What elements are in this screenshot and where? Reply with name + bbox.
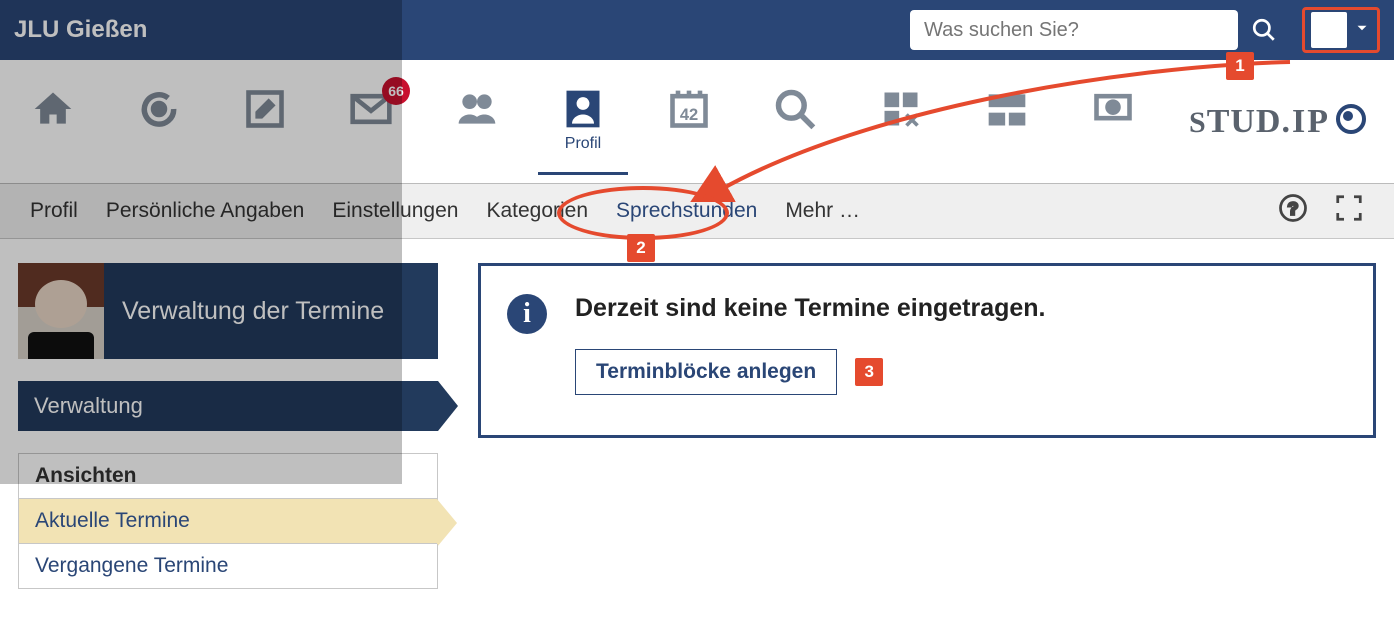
search-area xyxy=(910,10,1284,50)
sidebar-header: Verwaltung der Termine xyxy=(18,263,438,359)
sidebar-group-verwaltung: Verwaltung xyxy=(18,381,438,431)
annotation-badge-2: 2 xyxy=(627,234,655,262)
sidebar-group-header-verwaltung: Verwaltung xyxy=(18,381,438,431)
subnav-mehr[interactable]: Mehr … xyxy=(785,199,860,223)
search-input[interactable] xyxy=(910,10,1238,50)
info-box: i Derzeit sind keine Termine eingetragen… xyxy=(478,263,1376,438)
search-button[interactable] xyxy=(1244,10,1284,50)
nav-edit[interactable] xyxy=(240,87,290,157)
subnav-kategorien[interactable]: Kategorien xyxy=(486,199,588,223)
sidebar-item-vergangene-termine[interactable]: Vergangene Termine xyxy=(18,544,438,589)
content: i Derzeit sind keine Termine eingetragen… xyxy=(478,263,1376,438)
sidebar-group-ansichten: Ansichten Aktuelle Termine Vergangene Te… xyxy=(18,453,438,589)
studip-logo: STUD.IP xyxy=(1189,102,1366,141)
svg-text:42: 42 xyxy=(680,106,698,124)
info-title: Derzeit sind keine Termine eingetragen. xyxy=(575,294,1347,323)
topbar: JLU Gießen xyxy=(0,0,1394,60)
nav-calendar[interactable]: 42 xyxy=(664,87,714,157)
info-icon: i xyxy=(507,294,547,334)
nav-tools[interactable] xyxy=(876,87,926,157)
subnav-sprechstunden[interactable]: Sprechstunden xyxy=(616,199,757,223)
avatar xyxy=(1311,12,1347,48)
subnav-einstellungen[interactable]: Einstellungen xyxy=(332,199,458,223)
sidebar: Verwaltung der Termine Verwaltung Ansich… xyxy=(18,263,438,589)
mail-badge: 66 xyxy=(382,77,410,105)
nav-swirl[interactable] xyxy=(134,87,184,157)
nav-search[interactable] xyxy=(770,87,820,157)
logo-ring-icon xyxy=(1336,104,1366,134)
svg-text:?: ? xyxy=(1288,198,1299,218)
nav-profile-label: Profil xyxy=(565,135,601,153)
subnav: Profil Persönliche Angaben Einstellungen… xyxy=(0,184,1394,239)
sidebar-item-aktuelle-termine[interactable]: Aktuelle Termine xyxy=(18,499,438,544)
brand-title: JLU Gießen xyxy=(14,16,147,44)
subnav-profil[interactable]: Profil xyxy=(30,199,78,223)
annotation-badge-3: 3 xyxy=(855,358,883,386)
nav-mail[interactable]: 66 xyxy=(346,87,396,157)
nav-blackboard[interactable] xyxy=(1088,87,1138,157)
iconbar: 66 Profil 42 STUD.IP xyxy=(0,60,1394,184)
create-blocks-button[interactable]: Terminblöcke anlegen xyxy=(575,349,837,395)
nav-profile[interactable]: Profil xyxy=(558,87,608,157)
help-icon[interactable]: ? xyxy=(1278,193,1308,229)
nav-feed[interactable] xyxy=(982,87,1032,157)
profile-photo xyxy=(18,263,104,359)
user-menu[interactable] xyxy=(1302,7,1380,53)
sidebar-header-title: Verwaltung der Termine xyxy=(104,297,438,326)
sidebar-group-header-ansichten: Ansichten xyxy=(18,453,438,499)
chevron-down-icon xyxy=(1353,19,1371,42)
annotation-badge-1: 1 xyxy=(1226,52,1254,80)
subnav-persoenliche-angaben[interactable]: Persönliche Angaben xyxy=(106,199,305,223)
nav-community[interactable] xyxy=(452,87,502,157)
nav-home[interactable] xyxy=(28,87,78,157)
main-area: Verwaltung der Termine Verwaltung Ansich… xyxy=(0,239,1394,613)
fullscreen-icon[interactable] xyxy=(1334,193,1364,229)
